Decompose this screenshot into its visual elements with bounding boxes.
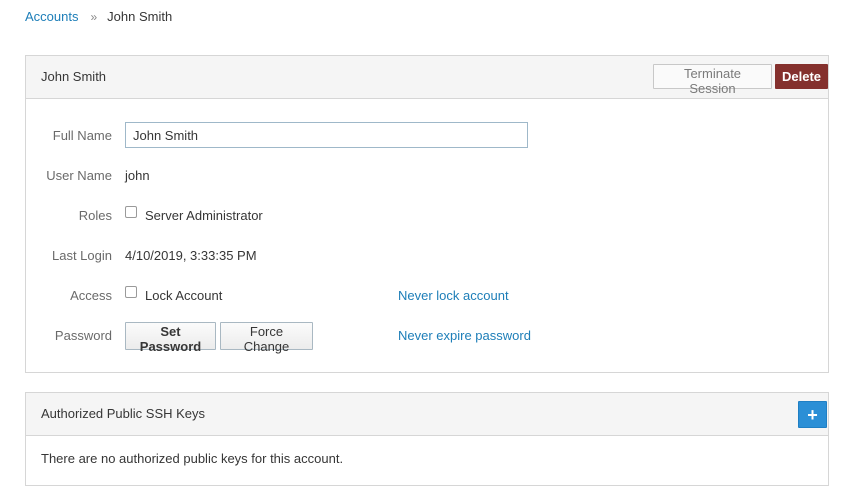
add-ssh-key-button[interactable]: + <box>798 401 827 428</box>
set-password-button[interactable]: Set Password <box>125 322 216 354</box>
access-label: Access <box>70 288 112 303</box>
force-change-button[interactable]: Force Change <box>220 322 313 354</box>
account-panel: John Smith Terminate Session Delete Full… <box>25 55 829 373</box>
lock-account-option-label: Lock Account <box>145 288 223 303</box>
terminate-session-button[interactable]: Terminate Session <box>653 64 772 96</box>
full-name-label: Full Name <box>52 128 112 143</box>
password-label: Password <box>54 328 112 343</box>
server-admin-option-label: Server Administrator <box>145 208 263 223</box>
roles-label: Roles <box>78 208 112 223</box>
breadcrumb-accounts-link[interactable]: Accounts <box>25 9 78 24</box>
breadcrumb-separator: » <box>90 9 98 24</box>
full-name-input[interactable] <box>125 122 528 148</box>
account-panel-title: John Smith <box>41 69 107 84</box>
lock-account-checkbox[interactable] <box>125 286 137 298</box>
last-login-label: Last Login <box>52 248 112 263</box>
delete-button[interactable]: Delete <box>775 64 828 89</box>
user-name-label: User Name <box>46 168 112 183</box>
account-panel-header: John Smith Terminate Session Delete <box>26 56 828 99</box>
never-lock-account-link[interactable]: Never lock account <box>398 288 509 303</box>
breadcrumb: Accounts » John Smith <box>25 9 172 24</box>
server-admin-checkbox[interactable] <box>125 206 137 218</box>
last-login-value: 4/10/2019, 3:33:35 PM <box>125 248 257 263</box>
ssh-keys-empty-message: There are no authorized public keys for … <box>41 451 344 466</box>
ssh-keys-panel-title: Authorized Public SSH Keys <box>41 406 206 421</box>
never-expire-password-link[interactable]: Never expire password <box>398 328 531 343</box>
ssh-keys-panel-header: Authorized Public SSH Keys + <box>26 393 828 436</box>
breadcrumb-current: John Smith <box>107 9 173 24</box>
user-name-value: john <box>125 168 150 183</box>
plus-icon: + <box>807 404 818 425</box>
ssh-keys-panel: Authorized Public SSH Keys + There are n… <box>25 392 829 486</box>
